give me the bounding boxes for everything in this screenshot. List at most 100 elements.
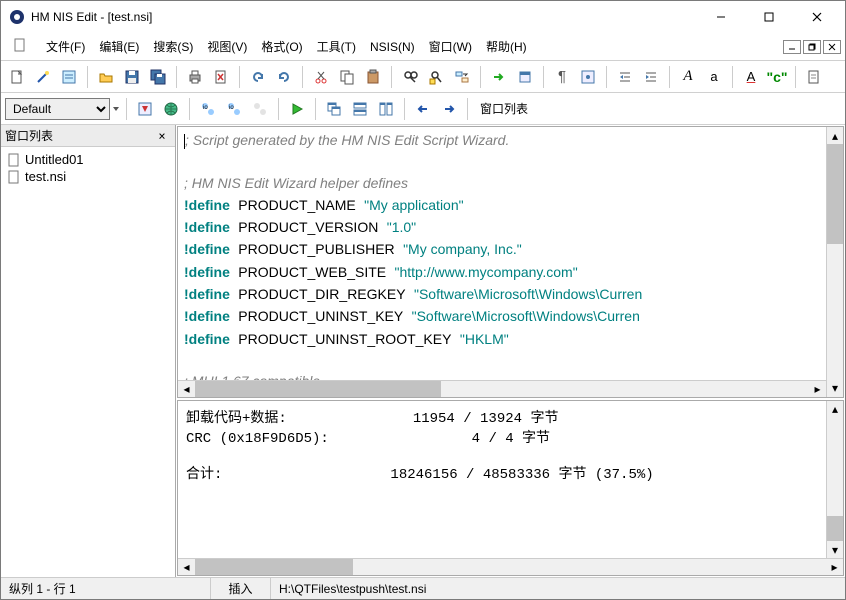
hscroll-thumb[interactable]	[195, 559, 353, 575]
code-editor[interactable]: ; Script generated by the HM NIS Edit Sc…	[178, 127, 826, 380]
ini2-button[interactable]: io	[222, 97, 246, 121]
scroll-up-icon[interactable]: ▴	[827, 401, 843, 418]
toolbar-main: ¶ A a A "c"	[1, 61, 845, 93]
file-list[interactable]: Untitled01 test.nsi	[1, 147, 175, 577]
show-whitespace-button[interactable]: ¶	[550, 65, 574, 89]
scroll-down-icon[interactable]: ▾	[827, 541, 843, 558]
scroll-right-icon[interactable]: ▸	[809, 381, 826, 397]
status-insert-mode: 插入	[211, 578, 271, 599]
run-button[interactable]	[285, 97, 309, 121]
font-color-button[interactable]: A	[739, 65, 763, 89]
outdent-button[interactable]	[639, 65, 663, 89]
scroll-right-icon[interactable]: ▸	[826, 559, 843, 575]
new-button[interactable]	[5, 65, 29, 89]
redo-button[interactable]	[272, 65, 296, 89]
panel-header: 窗口列表 ×	[1, 125, 175, 147]
editor-vscrollbar[interactable]: ▴ ▾	[826, 127, 843, 397]
paste-button[interactable]	[361, 65, 385, 89]
layout-vert-button[interactable]	[374, 97, 398, 121]
mdi-close-button[interactable]	[823, 40, 841, 54]
menu-tools[interactable]: 工具(T)	[310, 34, 363, 59]
mdi-restore-button[interactable]	[803, 40, 821, 54]
window-title: HM NIS Edit - [test.nsi]	[31, 10, 703, 24]
list-item[interactable]: Untitled01	[5, 151, 171, 168]
undo-button[interactable]	[246, 65, 270, 89]
wizard-button[interactable]	[31, 65, 55, 89]
copy-button[interactable]	[335, 65, 359, 89]
right-area: ; Script generated by the HM NIS Edit Sc…	[176, 125, 845, 577]
template-button[interactable]	[57, 65, 81, 89]
find-button[interactable]	[398, 65, 422, 89]
saveall-button[interactable]	[146, 65, 170, 89]
list-item-label: Untitled01	[25, 152, 84, 167]
insert-file-button[interactable]	[802, 65, 826, 89]
menu-new-blank-icon[interactable]	[5, 33, 35, 60]
maximize-button[interactable]	[751, 5, 787, 29]
svg-text:io: io	[229, 105, 234, 111]
ini1-button[interactable]: io	[196, 97, 220, 121]
webhelp-button[interactable]	[159, 97, 183, 121]
output-vscrollbar[interactable]: ▴ ▾	[826, 401, 843, 558]
style-combo[interactable]: Default	[5, 98, 110, 120]
close-button[interactable]	[799, 5, 835, 29]
minimize-button[interactable]	[703, 5, 739, 29]
mdi-minimize-button[interactable]	[783, 40, 801, 54]
replace-button[interactable]	[450, 65, 474, 89]
list-item[interactable]: test.nsi	[5, 168, 171, 185]
scroll-up-icon[interactable]: ▴	[827, 127, 843, 144]
menu-file[interactable]: 文件(F)	[39, 34, 92, 59]
editor-hscrollbar[interactable]: ◂ ▸	[178, 380, 826, 397]
menu-window[interactable]: 窗口(W)	[422, 34, 479, 59]
toolbar-secondary: Default io io 窗口列表	[1, 93, 845, 125]
app-window: HM NIS Edit - [test.nsi] 文件(F) 编辑(E) 搜索(…	[0, 0, 846, 600]
quote-button[interactable]: "c"	[765, 65, 789, 89]
nav-back-button[interactable]	[411, 97, 435, 121]
output-pane: 卸载代码+数据: 11954 / 13924 字节 CRC (0x18F9D6D…	[177, 400, 844, 576]
content-area: 窗口列表 × Untitled01 test.nsi ; Script gene…	[1, 125, 845, 577]
menu-format[interactable]: 格式(O)	[254, 34, 309, 59]
titlebar[interactable]: HM NIS Edit - [test.nsi]	[1, 1, 845, 33]
ini-disabled-button[interactable]	[248, 97, 272, 121]
menu-search[interactable]: 搜索(S)	[146, 34, 200, 59]
editor-pane: ; Script generated by the HM NIS Edit Sc…	[177, 126, 844, 398]
panel-title: 窗口列表	[5, 127, 153, 144]
layout-horiz-button[interactable]	[348, 97, 372, 121]
indent-button[interactable]	[613, 65, 637, 89]
save-button[interactable]	[120, 65, 144, 89]
hscroll-thumb[interactable]	[195, 381, 441, 397]
statusbar: 纵列 1 - 行 1 插入 H:\QTFiles\testpush\test.n…	[1, 577, 845, 599]
menu-nsis[interactable]: NSIS(N)	[363, 36, 422, 58]
app-icon	[9, 9, 25, 25]
layout-cascade-button[interactable]	[322, 97, 346, 121]
vscroll-thumb[interactable]	[827, 516, 843, 541]
scroll-left-icon[interactable]: ◂	[178, 559, 195, 575]
status-position: 纵列 1 - 行 1	[1, 578, 211, 599]
find-in-files-button[interactable]	[424, 65, 448, 89]
open-button[interactable]	[94, 65, 118, 89]
italic-button[interactable]: A	[676, 65, 700, 89]
scroll-left-icon[interactable]: ◂	[178, 381, 195, 397]
nav-forward-button[interactable]	[437, 97, 461, 121]
print-button[interactable]	[183, 65, 207, 89]
scroll-down-icon[interactable]: ▾	[827, 380, 843, 397]
side-panel: 窗口列表 × Untitled01 test.nsi	[1, 125, 176, 577]
output-text[interactable]: 卸载代码+数据: 11954 / 13924 字节 CRC (0x18F9D6D…	[178, 401, 826, 558]
exec-button[interactable]	[133, 97, 157, 121]
options-button[interactable]	[576, 65, 600, 89]
menubar: 文件(F) 编辑(E) 搜索(S) 视图(V) 格式(O) 工具(T) NSIS…	[1, 33, 845, 61]
panel-close-button[interactable]: ×	[153, 129, 171, 143]
vscroll-thumb[interactable]	[827, 144, 843, 244]
topmost-button[interactable]	[513, 65, 537, 89]
list-item-label: test.nsi	[25, 169, 66, 184]
goto-button[interactable]	[487, 65, 511, 89]
close-doc-button[interactable]	[209, 65, 233, 89]
svg-text:io: io	[203, 105, 208, 111]
window-list-label[interactable]: 窗口列表	[474, 100, 534, 117]
menu-help[interactable]: 帮助(H)	[479, 34, 534, 59]
menu-view[interactable]: 视图(V)	[200, 34, 254, 59]
cut-button[interactable]	[309, 65, 333, 89]
case-button[interactable]: a	[702, 65, 726, 89]
menu-edit[interactable]: 编辑(E)	[92, 34, 146, 59]
status-file-path: H:\QTFiles\testpush\test.nsi	[271, 578, 845, 599]
output-hscrollbar[interactable]: ◂ ▸	[178, 558, 843, 575]
